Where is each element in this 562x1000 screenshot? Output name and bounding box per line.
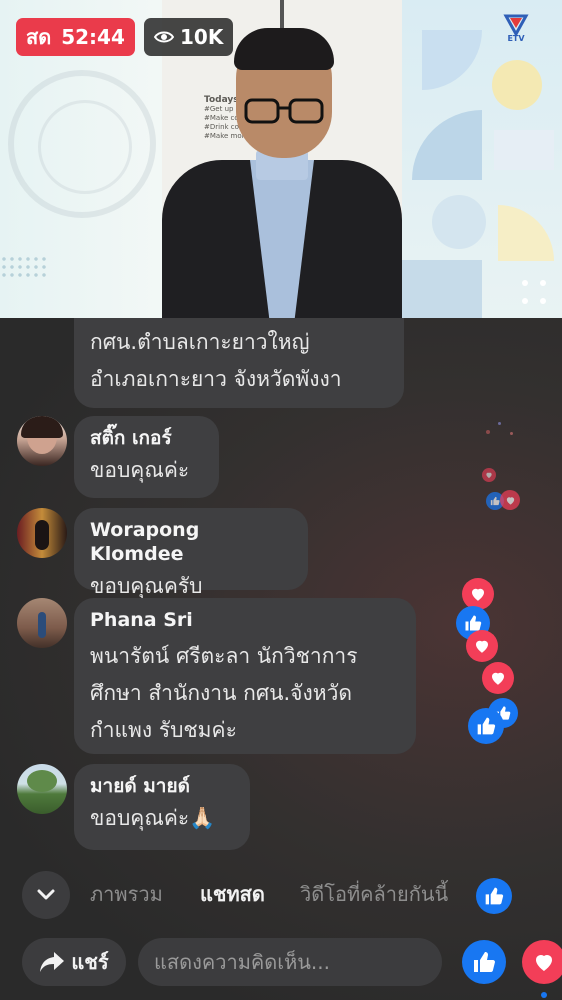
love-button[interactable]: [522, 940, 562, 984]
viewer-count: 10K: [180, 25, 224, 49]
like-button[interactable]: [462, 940, 506, 984]
eye-icon: [153, 25, 175, 49]
live-badge: สด 52:44: [16, 18, 135, 56]
heart-reaction-icon: [466, 630, 498, 662]
heart-reaction-icon: [462, 578, 494, 610]
heart-reaction-icon: [500, 490, 520, 510]
background-decoration: [402, 0, 562, 318]
tab-similar-videos[interactable]: วิดีโอที่คล้ายกันนี้: [300, 878, 448, 910]
collapse-chat-button[interactable]: [22, 871, 70, 919]
chevron-down-icon: [37, 889, 55, 900]
share-button[interactable]: แชร์: [22, 938, 126, 986]
comment-bubble: มายด์ มายด์ ขอบคุณค่ะ🙏🏻: [74, 764, 250, 850]
svg-text:ETV: ETV: [507, 34, 525, 42]
heart-reaction-icon: [482, 468, 496, 482]
viewer-count-badge: 10K: [144, 18, 234, 56]
avatar[interactable]: [17, 764, 67, 814]
live-chat[interactable]: กศน.ตำบลเกาะยาวใหญ่ อำเภอเกาะยาว จังหวัด…: [0, 318, 562, 1000]
heart-icon: [536, 955, 552, 971]
comment-message: ขอบคุณครับ: [90, 574, 203, 598]
comment-bubble: สติ๊ก เกอร์ ขอบคุณค่ะ: [74, 416, 219, 498]
tab-live-chat[interactable]: แชทสด: [200, 878, 265, 910]
comment-bubble: Phana Sri พนารัตน์ ศรีตะลา นักวิชาการ ศึ…: [74, 598, 416, 754]
live-video[interactable]: Todays #Get up #Make coff #Drink coff #M…: [0, 0, 562, 318]
comment-message: พนารัตน์ ศรีตะลา นักวิชาการ ศึกษา สำนักง…: [90, 644, 358, 742]
live-timer: 52:44: [61, 25, 125, 49]
share-arrow-icon: [40, 952, 65, 972]
like-reaction-icon: [468, 708, 504, 744]
share-label: แชร์: [71, 950, 109, 974]
like-reaction-icon: [476, 878, 512, 914]
avatar[interactable]: [17, 508, 67, 558]
comment-author[interactable]: สติ๊ก เกอร์: [90, 426, 203, 450]
avatar[interactable]: [17, 598, 67, 648]
comment-author[interactable]: Worapong Klomdee: [90, 518, 292, 566]
thumbs-up-icon: [474, 952, 495, 972]
comment-author[interactable]: Phana Sri: [90, 608, 400, 632]
comment-bubble: กศน.ตำบลเกาะยาวใหญ่ อำเภอเกาะยาว จังหวัด…: [74, 318, 404, 408]
live-label: สด: [26, 25, 52, 49]
heart-reaction-icon: [482, 662, 514, 694]
comment-bubble: Worapong Klomdee ขอบคุณครับ: [74, 508, 308, 598]
background-dots: [0, 255, 46, 277]
tab-overview[interactable]: ภาพรวม: [90, 878, 163, 910]
avatar[interactable]: [17, 416, 67, 466]
background-seal: [8, 70, 156, 218]
comment-message: กศน.ตำบลเกาะยาวใหญ่ อำเภอเกาะยาว จังหวัด…: [90, 330, 342, 391]
comment-input[interactable]: [138, 938, 442, 986]
comment-message: ขอบคุณค่ะ: [90, 458, 190, 482]
comment-message: ขอบคุณค่ะ🙏🏻: [90, 806, 216, 830]
etv-logo-icon: ETV: [503, 14, 529, 42]
comment-author[interactable]: มายด์ มายด์: [90, 774, 234, 798]
